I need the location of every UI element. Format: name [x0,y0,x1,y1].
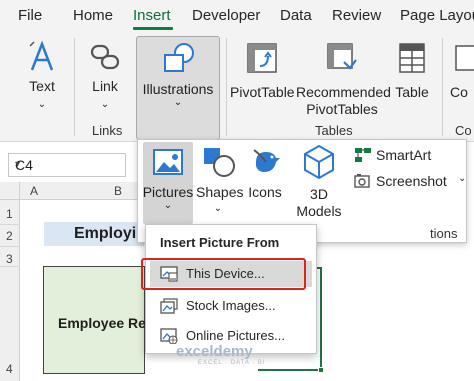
tab-data[interactable]: Data [280,7,312,24]
insert-picture-from-title: Insert Picture From [160,235,280,250]
online-pictures-icon [160,328,178,344]
screenshot-button[interactable]: Screenshot ⌄ [354,172,466,192]
column-header-a[interactable]: A [30,184,38,198]
shapes-button[interactable]: Shapes ⌄ [196,142,244,222]
merged-cell-box[interactable]: Employee Re [43,266,146,374]
cube-icon [304,144,334,180]
illustrations-button[interactable]: Illustrations ⌄ [136,36,220,140]
text-label: Text [29,78,55,94]
partial-group-label: Co [455,123,472,138]
menu-bar: File Home Insert Developer Data Review P… [0,0,474,32]
column-header-b[interactable]: B [114,184,122,198]
group-separator [442,38,443,136]
chevron-down-icon: ⌄ [458,173,467,184]
recommended-pivottables-button[interactable]: Recommended PivotTables [296,38,391,118]
bird-icon [253,149,280,172]
pictures-button[interactable]: Pictures ⌄ [143,142,193,224]
link-label: Link [92,78,118,94]
active-tab-indicator [133,27,173,30]
chart-icon [455,45,474,71]
row-divider [0,224,20,225]
tab-developer[interactable]: Developer [192,7,260,24]
partial-ribbon-button[interactable]: Co [450,38,474,118]
illustrations-group-label: tions [430,226,458,241]
text-button[interactable]: Text ⌄ [20,38,64,118]
screenshot-label: Screenshot [376,173,447,189]
smartart-button[interactable]: SmartArt [354,146,464,166]
chevron-down-icon: ⌄ [163,200,173,211]
row-header-1[interactable]: 1 [6,207,13,221]
icons-label: Icons [248,184,282,200]
title-cell[interactable]: Employi [44,222,144,246]
chevron-down-icon: ▾ [15,159,21,170]
icons-button[interactable]: Icons [244,142,286,222]
fill-handle[interactable] [318,367,324,373]
exceldemy-watermark: exceldemy EXCEL · DATA · BI [176,343,265,366]
links-group-label: Links [92,123,123,138]
picture-icon [153,149,183,175]
recommended-pivottables-icon [327,43,357,70]
row-header-3[interactable]: 3 [6,252,13,266]
watermark-tagline: EXCEL · DATA · BI [198,360,266,366]
table-button[interactable]: Table [392,38,432,118]
tab-insert[interactable]: Insert [133,7,171,24]
online-pictures-label: Online Pictures... [186,328,285,343]
3d-models-button[interactable]: 3D Models [290,142,348,222]
chevron-down-icon: ⌄ [173,97,183,108]
group-separator [74,38,75,136]
pivottable-button[interactable]: PivotTable [230,38,295,118]
highlight-outline [141,258,306,290]
row-divider [0,266,20,267]
link-button[interactable]: Link ⌄ [82,38,128,118]
smartart-icon [355,148,371,162]
3d-models-label-line2: Models [296,203,342,219]
ribbon: Text ⌄ Link ⌄ Links Illustrations ⌄ Pivo… [0,32,474,142]
pivottable-icon [247,43,277,73]
text-icon [29,40,54,71]
recommended-label-line1: Recommended [296,84,391,100]
stock-images-label: Stock Images... [186,298,276,313]
3d-models-label-line1: 3D [310,186,328,202]
pictures-label: Pictures [142,184,194,200]
table-icon [399,43,425,73]
row-header-2[interactable]: 2 [6,229,13,243]
pivottable-label: PivotTable [230,84,295,100]
menu-item-stock-images[interactable]: Stock Images... [150,293,312,319]
tab-review[interactable]: Review [332,7,381,24]
tab-file[interactable]: File [18,7,42,24]
group-separator [226,38,227,136]
illustrations-icon [164,43,194,72]
chevron-down-icon: ⌄ [37,99,47,110]
row-headers: 1 2 3 4 [0,200,20,381]
title-cell-text: Employi [74,225,137,242]
stock-images-icon [160,298,178,314]
merged-cell-text: Employee Re [58,315,146,331]
partial-ribbon-label: Co [450,84,468,100]
chevron-down-icon: ⌄ [100,99,110,110]
link-icon [90,44,120,70]
row-divider [0,246,20,247]
row-header-4[interactable]: 4 [6,362,13,376]
table-label: Table [395,84,429,100]
name-box[interactable]: C4 ▾ [8,153,126,177]
column-headers: A B [0,182,140,200]
tab-home[interactable]: Home [73,7,113,24]
tab-page-layout[interactable]: Page Layout [400,7,474,24]
shapes-label: Shapes [196,184,244,200]
chevron-down-icon: ⌄ [213,203,223,214]
smartart-label: SmartArt [376,147,432,163]
illustrations-label: Illustrations [142,81,214,97]
watermark-logo-text: exceldemy [176,343,253,360]
screenshot-icon [354,174,370,188]
select-all-corner[interactable] [0,182,20,200]
tables-group-label: Tables [315,123,353,138]
shapes-icon [204,148,235,177]
recommended-label-line2: PivotTables [306,101,378,117]
